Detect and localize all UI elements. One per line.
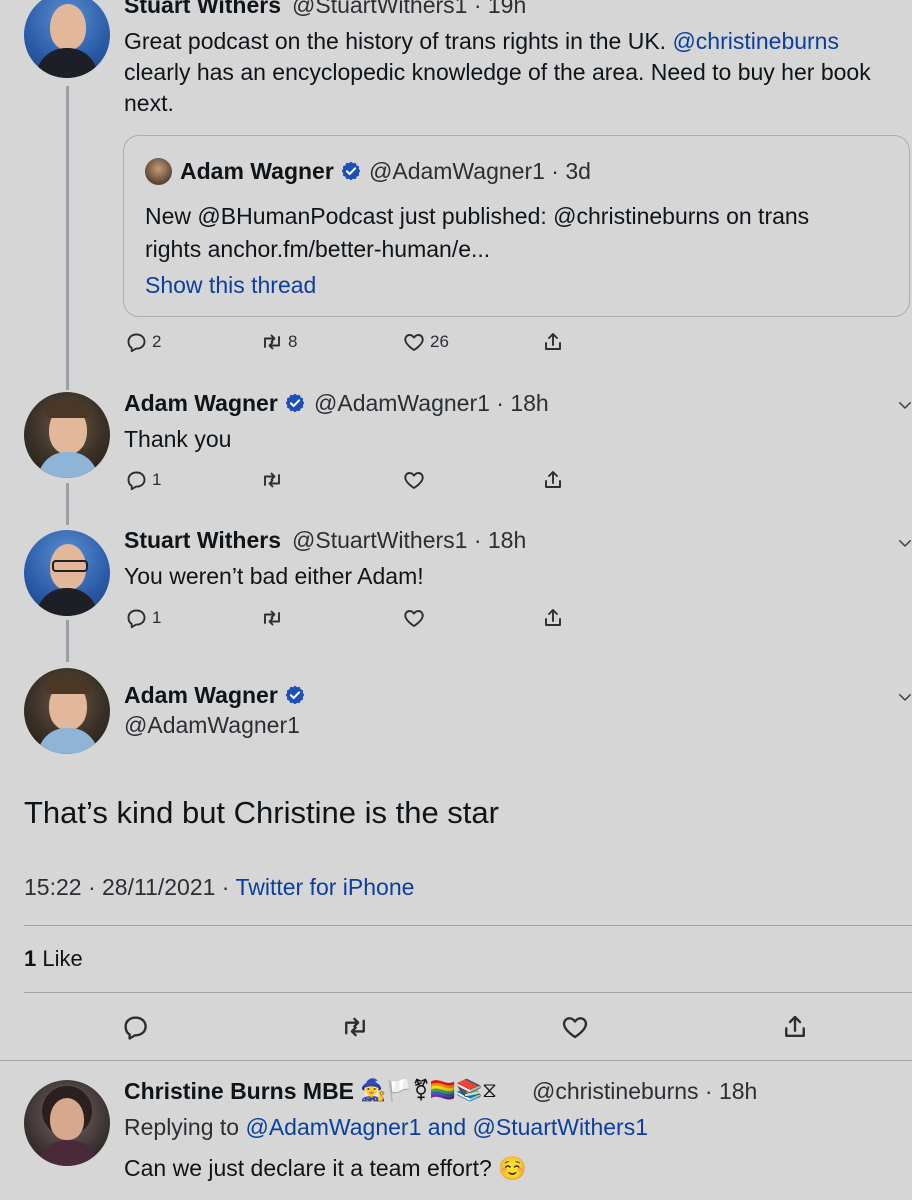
like-button[interactable] — [402, 468, 426, 492]
replying-label: Replying to — [124, 1114, 246, 1140]
quote-text-line2: rights anchor.fm/better-human/e... — [145, 236, 491, 262]
chevron-down-icon[interactable] — [896, 534, 912, 552]
thread-line — [66, 483, 69, 525]
chevron-down-icon[interactable] — [896, 688, 912, 706]
reply-button[interactable]: 1 — [124, 468, 161, 492]
share-button[interactable] — [780, 1012, 810, 1042]
retweet-icon — [260, 330, 284, 354]
retweet-button[interactable] — [260, 468, 284, 492]
retweet-icon — [260, 468, 284, 492]
mention-link[interactable]: @christineburns — [672, 28, 839, 54]
reply-icon — [124, 330, 148, 354]
divider — [24, 925, 912, 926]
reply-meta[interactable]: @christineburns · 18h — [532, 1078, 757, 1105]
heart-icon — [402, 468, 426, 492]
timestamp-text[interactable]: 15:22 · 28/11/2021 · — [24, 874, 235, 900]
share-button[interactable] — [541, 330, 565, 354]
tweet2-text: Thank you — [124, 426, 232, 452]
reply-text: Can we just declare it a team effort? ☺️ — [124, 1155, 527, 1181]
retweet-icon — [260, 606, 284, 630]
reply-author-name[interactable]: Christine Burns MBE — [124, 1078, 354, 1105]
avatar-adam-wagner[interactable] — [24, 668, 110, 754]
main-author-handle[interactable]: @AdamWagner1 — [124, 712, 300, 739]
reply-name-emojis: 🧙‍♀️🏳️⚧🏳️‍🌈📚⧖ — [360, 1079, 497, 1102]
quote-text-line1: New @BHumanPodcast just published: @chri… — [145, 203, 810, 229]
tweet1-author-name[interactable]: Stuart Withers — [124, 0, 281, 19]
reply-button[interactable]: 2 — [124, 330, 161, 354]
reply-icon — [124, 468, 148, 492]
tweet3-meta[interactable]: @StuartWithers1 · 18h — [292, 527, 526, 554]
quoted-tweet-card[interactable]: Adam Wagner @AdamWagner1 · 3d New @BHuma… — [123, 135, 910, 317]
main-tweet-timestamp: 15:22 · 28/11/2021 · Twitter for iPhone — [24, 874, 414, 901]
verified-badge-icon — [340, 160, 362, 182]
retweet-button[interactable] — [340, 1012, 370, 1042]
tweet3-text: You weren’t bad either Adam! — [124, 563, 424, 589]
chevron-down-icon[interactable] — [896, 396, 912, 414]
share-button[interactable] — [541, 606, 565, 630]
heart-icon — [560, 1012, 590, 1042]
show-thread-link[interactable]: Show this thread — [145, 270, 316, 301]
tweet1-meta[interactable]: @StuartWithers1 · 19h — [292, 0, 526, 19]
avatar-christine-burns[interactable] — [24, 1080, 110, 1166]
quote-author-name[interactable]: Adam Wagner — [180, 158, 362, 185]
heart-icon — [402, 330, 426, 354]
divider — [0, 1060, 912, 1061]
verified-badge-icon — [284, 684, 306, 706]
main-tweet-text: That’s kind but Christine is the star — [24, 795, 499, 830]
likes-count: 1 — [24, 946, 37, 971]
quote-meta: @AdamWagner1 · 3d — [369, 158, 591, 184]
thread-line — [66, 620, 69, 662]
avatar-stuart-withers[interactable] — [24, 530, 110, 616]
share-icon — [780, 1012, 810, 1042]
likes-stat[interactable]: 1 Like — [24, 946, 83, 972]
replying-to-links[interactable]: @AdamWagner1 and @StuartWithers1 — [245, 1114, 648, 1140]
source-link[interactable]: Twitter for iPhone — [235, 874, 414, 900]
reply-icon — [120, 1012, 150, 1042]
tweet1-text: Great podcast on the history of trans ri… — [124, 26, 909, 119]
like-button[interactable] — [402, 606, 426, 630]
retweet-button[interactable] — [260, 606, 284, 630]
heart-icon — [402, 606, 426, 630]
tweet1-text-b: clearly has an encyclopedic knowledge of… — [124, 59, 871, 85]
tweet1-text-c: next. — [124, 90, 174, 116]
retweet-button[interactable]: 8 — [260, 330, 297, 354]
like-button[interactable]: 26 — [402, 330, 449, 354]
share-icon — [541, 606, 565, 630]
quote-avatar — [145, 158, 172, 185]
share-icon — [541, 330, 565, 354]
share-button[interactable] — [541, 468, 565, 492]
retweet-icon — [340, 1012, 370, 1042]
divider — [24, 992, 912, 993]
reply-button[interactable] — [120, 1012, 150, 1042]
likes-label: Like — [36, 946, 83, 971]
tweet1-text-a: Great podcast on the history of trans ri… — [124, 28, 673, 54]
main-author-name[interactable]: Adam Wagner — [124, 682, 306, 709]
tweet3-author-name[interactable]: Stuart Withers — [124, 527, 281, 554]
reply-button[interactable]: 1 — [124, 606, 161, 630]
thread-line — [66, 86, 69, 390]
avatar-stuart-withers[interactable] — [24, 0, 110, 78]
like-button[interactable] — [560, 1012, 590, 1042]
reply-icon — [124, 606, 148, 630]
tweet2-meta[interactable]: @AdamWagner1 · 18h — [314, 390, 549, 417]
avatar-adam-wagner[interactable] — [24, 392, 110, 478]
replying-to: Replying to @AdamWagner1 and @StuartWith… — [124, 1112, 648, 1143]
share-icon — [541, 468, 565, 492]
tweet2-author-name[interactable]: Adam Wagner — [124, 390, 306, 417]
verified-badge-icon — [284, 392, 306, 414]
